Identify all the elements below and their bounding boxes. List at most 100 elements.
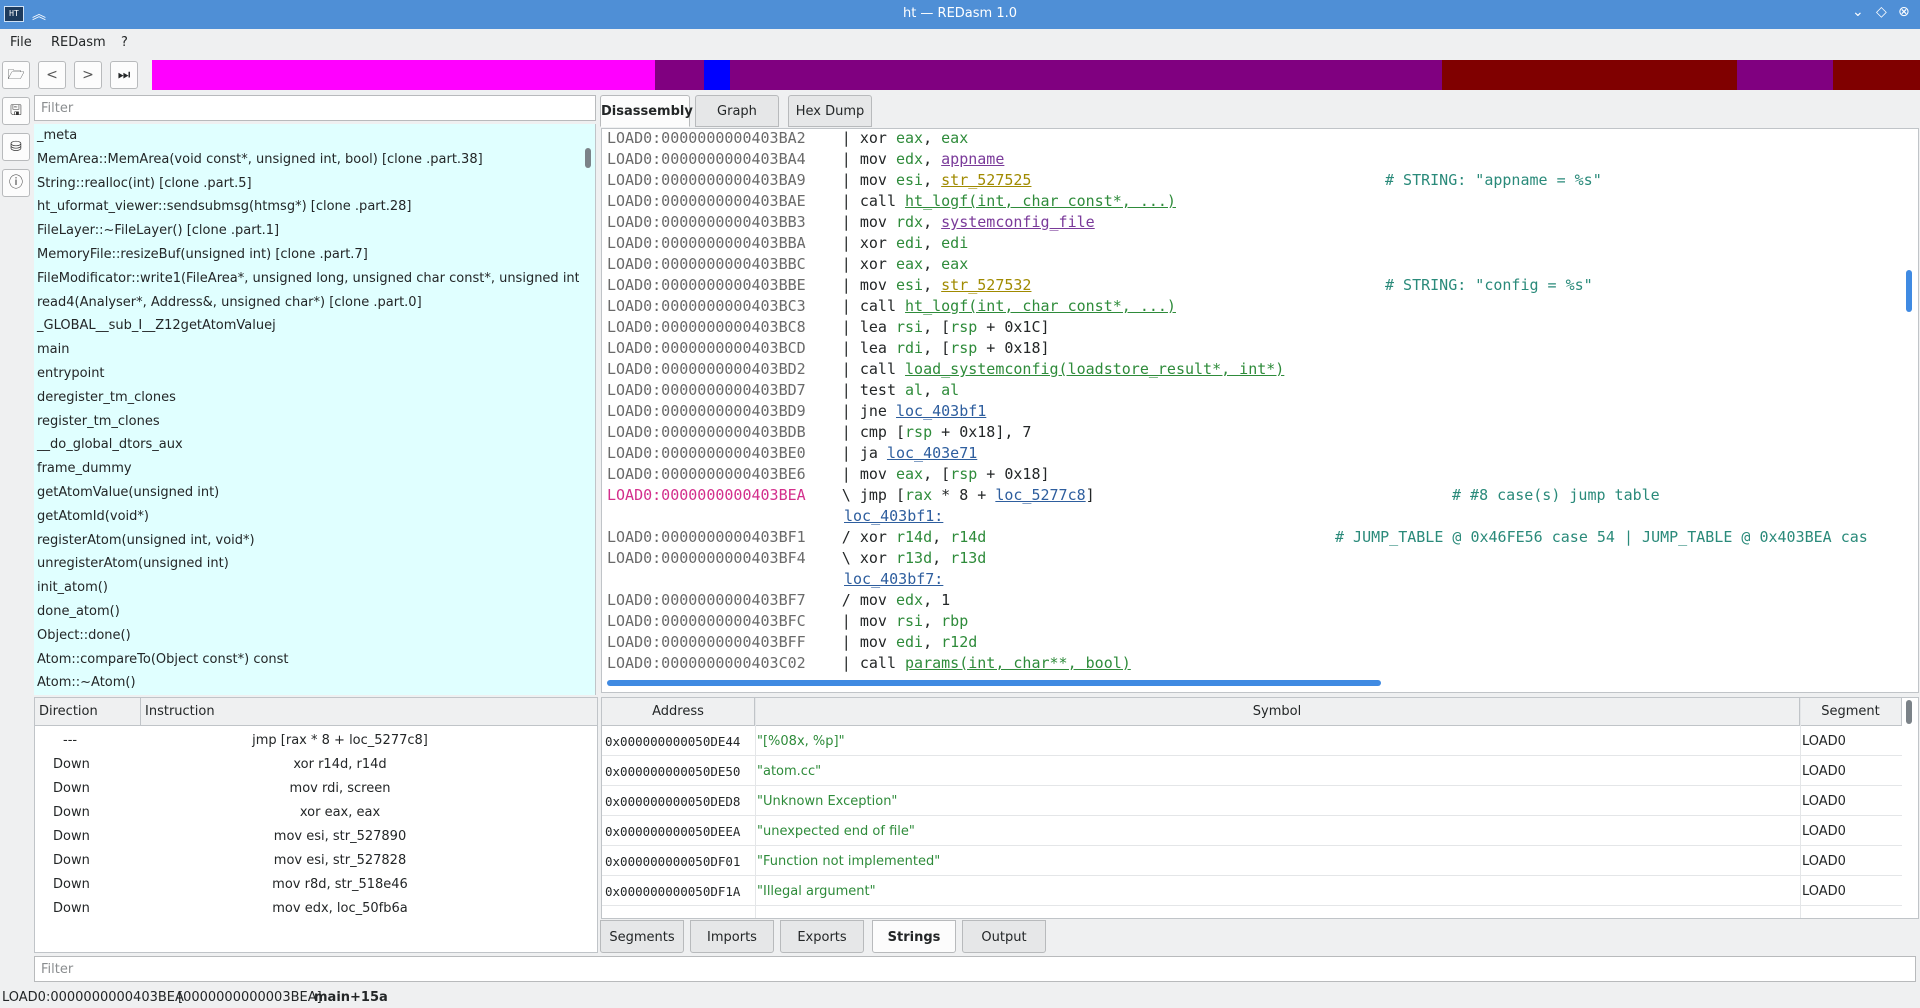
strings-scrollbar[interactable]: [1906, 700, 1912, 724]
tab-imports[interactable]: Imports: [690, 920, 774, 953]
string-row[interactable]: 0x000000000050DE50 "atom.cc" LOAD0: [602, 756, 1902, 786]
function-list-item[interactable]: _GLOBAL__sub_I__Z12getAtomValuej: [34, 314, 579, 338]
function-list-item[interactable]: init_atom(): [34, 576, 579, 600]
nav-segment[interactable]: [152, 60, 655, 90]
functions-filter-input[interactable]: Filter: [34, 95, 596, 121]
column-header-symbol[interactable]: Symbol: [755, 698, 1800, 726]
arrow-right-icon[interactable]: >: [74, 61, 102, 89]
nav-segment[interactable]: [655, 60, 704, 90]
disassembly-line[interactable]: LOAD0:0000000000403BDB | cmp [rsp + 0x18…: [607, 423, 1031, 444]
function-list-item[interactable]: main: [34, 338, 579, 362]
function-list-item[interactable]: __do_global_dtors_aux: [34, 433, 579, 457]
disassembly-line[interactable]: LOAD0:0000000000403BF7 / mov edx, 1: [607, 591, 950, 612]
disassembly-line[interactable]: LOAD0:0000000000403BCD | lea rdi, [rsp +…: [607, 339, 1050, 360]
function-list-item[interactable]: Object::done(): [34, 624, 579, 648]
menu-help[interactable]: ?: [121, 35, 128, 50]
string-row[interactable]: 0x000000000050DF1A "Illegal argument" LOAD…: [602, 876, 1902, 906]
column-header-address[interactable]: Address: [602, 698, 755, 726]
function-list-item[interactable]: getAtomValue(unsigned int): [34, 481, 579, 505]
disassembly-view[interactable]: LOAD0:0000000000403BA2 | xor eax, eax LOA…: [601, 128, 1919, 693]
disassembly-line[interactable]: LOAD0:0000000000403BBE | mov esi, str_52…: [607, 276, 1031, 297]
function-list-item[interactable]: read4(Analyser*, Address&, unsigned char…: [34, 291, 579, 315]
function-list-item[interactable]: MemArea::MemArea(void const*, unsigned i…: [34, 148, 579, 172]
disassembly-hscroll[interactable]: [607, 680, 1381, 686]
function-list-item[interactable]: Atom::compareTo(Object const*) const: [34, 648, 579, 672]
function-list-item[interactable]: Atom::~Atom(): [34, 671, 579, 695]
nav-segment[interactable]: [1442, 60, 1737, 90]
tab-hex-dump[interactable]: Hex Dump: [788, 95, 872, 127]
function-list-item[interactable]: unregisterAtom(unsigned int): [34, 552, 579, 576]
disassembly-line[interactable]: LOAD0:0000000000403BAE | call ht_logf(in…: [607, 192, 1176, 213]
functions-scrollbar[interactable]: [585, 148, 591, 168]
disassembly-line[interactable]: LOAD0:0000000000403BB3 | mov rdx, system…: [607, 213, 1095, 234]
disassembly-line[interactable]: LOAD0:0000000000403BF1 / xor r14d, r14d: [607, 528, 986, 549]
function-list-item[interactable]: done_atom(): [34, 600, 579, 624]
reference-row[interactable]: Down mov edx, loc_50fb6a: [35, 896, 597, 920]
disassembly-line[interactable]: LOAD0:0000000000403BC3 | call ht_logf(in…: [607, 297, 1176, 318]
function-list-item[interactable]: registerAtom(unsigned int, void*): [34, 529, 579, 553]
function-list-item[interactable]: _meta: [34, 124, 579, 148]
function-list-item[interactable]: deregister_tm_clones: [34, 386, 579, 410]
disassembly-line[interactable]: LOAD0:0000000000403BFF | mov edi, r12d: [607, 633, 977, 654]
nav-segment[interactable]: [730, 60, 1442, 90]
info-icon[interactable]: ⓘ: [2, 169, 30, 197]
disassembly-line[interactable]: LOAD0:0000000000403BEA \ jmp [rax * 8 + …: [607, 486, 1095, 507]
reference-row[interactable]: Down mov rdi, screen: [35, 776, 597, 800]
disassembly-line[interactable]: LOAD0:0000000000403BD2 | call load_syste…: [607, 360, 1284, 381]
disassembly-label[interactable]: loc_403bf1:: [607, 507, 943, 528]
tab-disassembly[interactable]: Disassembly: [600, 95, 693, 127]
tab-strings[interactable]: Strings: [872, 920, 956, 953]
disassembly-line[interactable]: LOAD0:0000000000403BA9 | mov esi, str_52…: [607, 171, 1031, 192]
disassembly-line[interactable]: LOAD0:0000000000403BD9 | jne loc_403bf1: [607, 402, 986, 423]
function-list-item[interactable]: frame_dummy: [34, 457, 579, 481]
disassembly-line[interactable]: LOAD0:0000000000403C02 | call params(int…: [607, 654, 1131, 675]
fast-forward-icon[interactable]: ⏭: [110, 61, 138, 89]
close-icon[interactable]: ⊗: [1898, 4, 1910, 20]
maximize-icon[interactable]: ◇: [1876, 4, 1887, 20]
folder-open-icon[interactable]: 🗁: [2, 61, 30, 89]
function-list-item[interactable]: String::realloc(int) [clone .part.5]: [34, 172, 579, 196]
disassembly-line[interactable]: LOAD0:0000000000403BE6 | mov eax, [rsp +…: [607, 465, 1050, 486]
arrow-left-icon[interactable]: <: [38, 61, 66, 89]
nav-segment[interactable]: [704, 60, 730, 90]
disassembly-vscroll[interactable]: [1906, 270, 1912, 312]
bottom-filter-input[interactable]: Filter: [34, 956, 1916, 982]
nav-segment[interactable]: [1737, 60, 1833, 90]
disassembly-line[interactable]: LOAD0:0000000000403BA4 | mov edx, appnam…: [607, 150, 1004, 171]
function-list-item[interactable]: FileModificator::write1(FileArea*, unsig…: [34, 267, 579, 291]
disassembly-label[interactable]: loc_403bf7:: [607, 570, 943, 591]
segment-navigation-bar[interactable]: [148, 60, 1920, 90]
column-header-segment[interactable]: Segment: [1800, 698, 1902, 726]
function-list-item[interactable]: getAtomId(void*): [34, 505, 579, 529]
reference-row[interactable]: Down xor eax, eax: [35, 800, 597, 824]
function-list-item[interactable]: register_tm_clones: [34, 410, 579, 434]
reference-row[interactable]: Down mov r8d, str_518e46: [35, 872, 597, 896]
disassembly-line[interactable]: LOAD0:0000000000403BF4 \ xor r13d, r13d: [607, 549, 986, 570]
tab-output[interactable]: Output: [962, 920, 1046, 953]
disassembly-line[interactable]: LOAD0:0000000000403BBA | xor edi, edi: [607, 234, 968, 255]
tab-segments[interactable]: Segments: [600, 920, 684, 953]
disassembly-line[interactable]: LOAD0:0000000000403BE0 | ja loc_403e71: [607, 444, 977, 465]
save-icon[interactable]: 🖫: [2, 97, 30, 125]
function-list-item[interactable]: FileLayer::~FileLayer() [clone .part.1]: [34, 219, 579, 243]
reference-row[interactable]: --- jmp [rax * 8 + loc_5277c8]: [35, 728, 597, 752]
reference-row[interactable]: Down mov esi, str_527828: [35, 848, 597, 872]
database-icon[interactable]: ⛁: [2, 133, 30, 161]
string-row[interactable]: 0x000000000050DEEA "unexpected end of fil…: [602, 816, 1902, 846]
functions-list[interactable]: _meta MemArea::MemArea(void const*, unsig…: [34, 124, 596, 695]
string-row[interactable]: 0x000000000050DF01 "Function not implemen…: [602, 846, 1902, 876]
column-header-direction[interactable]: Direction: [35, 698, 141, 726]
function-list-item[interactable]: entrypoint: [34, 362, 579, 386]
disassembly-line[interactable]: LOAD0:0000000000403BFC | mov rsi, rbp: [607, 612, 968, 633]
column-header-instruction[interactable]: Instruction: [141, 698, 597, 726]
disassembly-line[interactable]: LOAD0:0000000000403BA2 | xor eax, eax: [607, 129, 968, 150]
tab-graph[interactable]: Graph: [695, 95, 779, 127]
disassembly-line[interactable]: LOAD0:0000000000403BD7 | test al, al: [607, 381, 959, 402]
tab-exports[interactable]: Exports: [780, 920, 864, 953]
string-row[interactable]: 0x000000000050DED8 "Unknown Exception" LOA…: [602, 786, 1902, 816]
reference-row[interactable]: Down mov esi, str_527890: [35, 824, 597, 848]
minimize-icon[interactable]: ⌄: [1852, 4, 1864, 20]
nav-segment[interactable]: [1833, 60, 1920, 90]
menu-file[interactable]: File: [10, 35, 32, 50]
disassembly-line[interactable]: LOAD0:0000000000403BBC | xor eax, eax: [607, 255, 968, 276]
